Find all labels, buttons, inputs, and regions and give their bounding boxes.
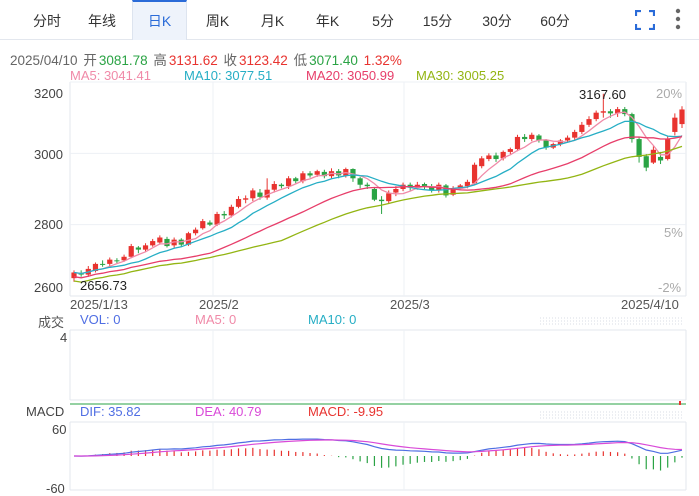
candle-body <box>135 247 141 250</box>
candlestick-chart[interactable] <box>0 0 699 496</box>
candle-body <box>607 111 614 114</box>
candle-body <box>593 112 599 120</box>
candle-body <box>364 184 370 187</box>
candle-body <box>257 192 263 197</box>
volume-panel-title: 成交 <box>38 315 65 330</box>
dif-line <box>73 438 683 457</box>
candle-body <box>142 245 149 250</box>
candle-body <box>572 131 578 138</box>
macd-panel-title: MACD <box>26 404 65 419</box>
vol-ma10-legend: MA10: 0 <box>308 312 357 327</box>
candle-body <box>164 238 170 247</box>
vol-ma5-legend: MA5: 0 <box>195 312 237 327</box>
candle-body <box>493 155 499 160</box>
candle-body <box>586 119 592 125</box>
vol-legend: VOL: 0 <box>80 312 121 327</box>
candle-body <box>657 156 664 161</box>
candle-body <box>278 184 285 187</box>
candle-body <box>386 193 392 202</box>
dif-legend: DIF: 35.82 <box>80 404 141 419</box>
candle-body <box>357 178 363 185</box>
dea-legend: DEA: 40.79 <box>195 404 262 419</box>
candle-body <box>207 222 213 225</box>
candle-body <box>250 190 256 199</box>
macd-legend: MACD: -9.95 <box>308 404 384 419</box>
candle-body <box>200 221 206 229</box>
date-axis-label: 2025/1/13 <box>70 297 128 312</box>
candle-body <box>679 109 685 125</box>
ma5-line <box>73 111 683 275</box>
candle-body <box>507 149 513 152</box>
candle-body <box>371 189 378 200</box>
candle-body <box>221 213 227 216</box>
ma20-line <box>73 135 683 279</box>
candle-body <box>293 178 299 182</box>
period-low-annotation: 2656.73 <box>80 278 127 293</box>
ma10-line <box>73 120 683 275</box>
period-high-annotation: 3167.60 <box>579 87 626 102</box>
candle-body <box>271 184 277 190</box>
candle-body <box>285 178 292 187</box>
date-axis-label: 2025/3 <box>390 297 430 312</box>
macd-axis-label: -60 <box>46 481 65 496</box>
candle-body <box>600 111 606 113</box>
macd-axis-label: 60 <box>52 422 67 437</box>
candle-body <box>564 137 571 141</box>
candle-body <box>479 158 485 167</box>
candle-body <box>114 260 120 262</box>
volume-axis-label: 4 <box>60 330 68 345</box>
candle-body <box>314 171 320 175</box>
candle-body <box>643 156 649 168</box>
candle-body <box>486 155 492 160</box>
candle-body <box>235 198 242 207</box>
candle-body <box>107 259 113 264</box>
candle-body <box>307 173 313 176</box>
candle-body <box>636 139 642 157</box>
candle-body <box>650 149 656 163</box>
candle-body <box>529 134 535 140</box>
candle-body <box>100 263 106 265</box>
candle-body <box>514 136 521 150</box>
date-axis-label: 2025/2 <box>199 297 239 312</box>
ma30-line <box>73 145 683 283</box>
candle-body <box>378 199 385 202</box>
candle-body <box>150 241 156 246</box>
candle-body <box>522 136 528 140</box>
candle-body <box>193 229 199 234</box>
candle-body <box>157 237 163 243</box>
candle-body <box>243 198 249 200</box>
candle-body <box>128 246 134 257</box>
candle-body <box>228 206 234 216</box>
candle-body <box>393 189 399 193</box>
candle-body <box>579 124 585 132</box>
candle-body <box>665 139 671 160</box>
candle-body <box>672 117 678 132</box>
date-axis-label: 2025/4/10 <box>621 297 679 312</box>
